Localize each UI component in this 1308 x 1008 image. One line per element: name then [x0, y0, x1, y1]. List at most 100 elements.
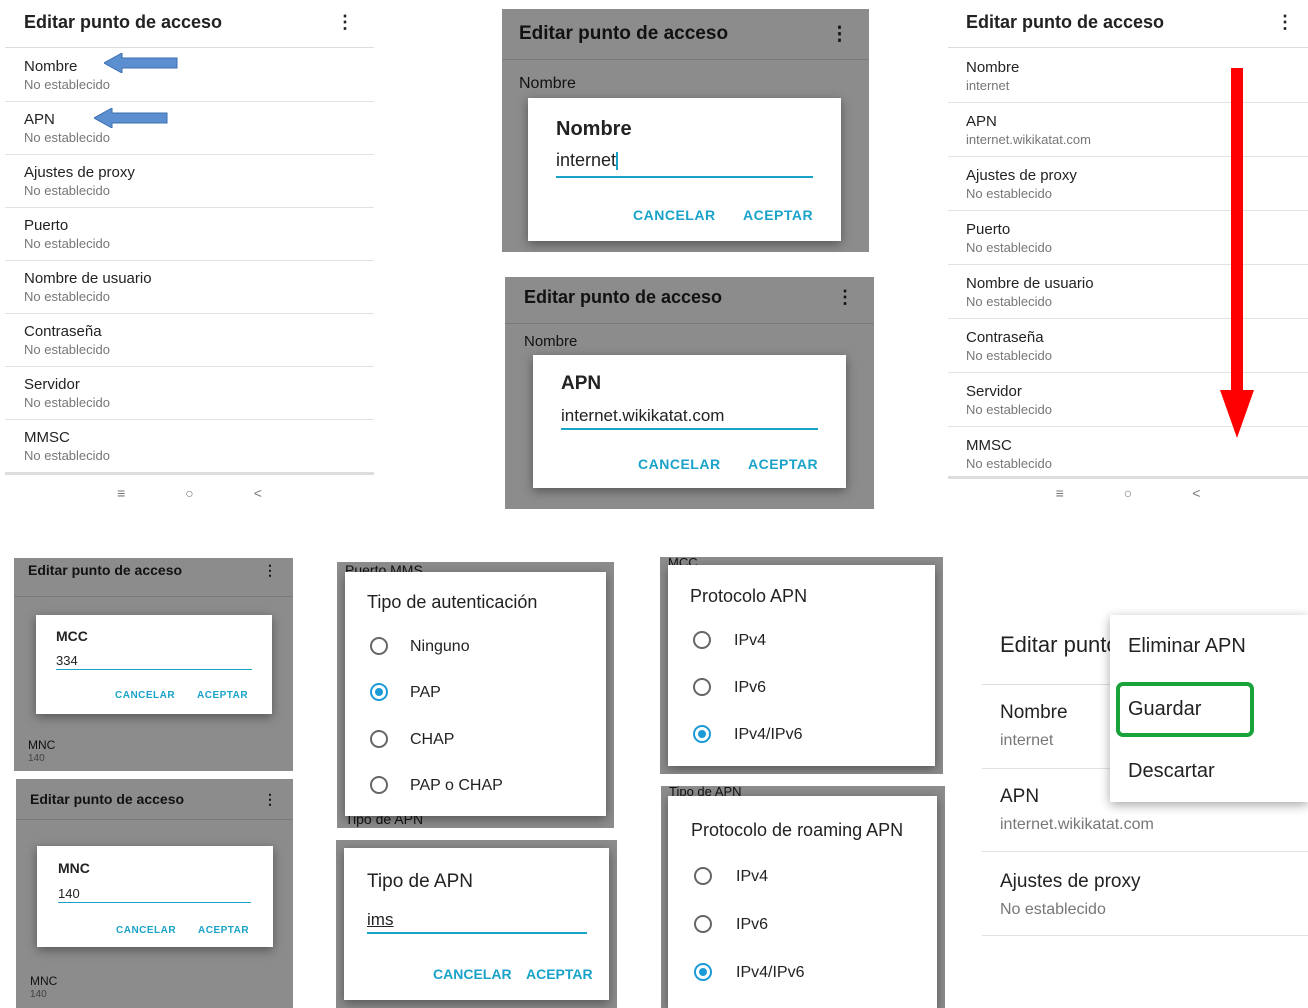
apn-input[interactable]: internet.wikikatat.com: [561, 406, 818, 430]
setting-label: APN: [966, 113, 997, 130]
screen-10-roaming-protocol-dialog: Tipo de APN Protocolo de roaming APN IPv…: [661, 786, 945, 1008]
cancel-button[interactable]: CANCELAR: [433, 966, 512, 982]
cancel-button[interactable]: CANCELAR: [633, 207, 716, 223]
roaming-protocol-dialog: Protocolo de roaming APN IPv4 IPv6 IPv4/…: [668, 796, 937, 1008]
setting-usuario[interactable]: Nombre de usuario No establecido: [5, 260, 374, 314]
option-label: IPv4: [736, 868, 769, 885]
back-nav-icon[interactable]: <: [254, 485, 262, 501]
setting-label: Puerto: [24, 217, 69, 234]
setting-apn[interactable]: APN No establecido: [5, 101, 374, 155]
arrow-pointer-icon: [94, 108, 168, 128]
setting-value: No establecido: [24, 183, 110, 198]
nav-bar: ≡ ○ <: [5, 485, 374, 501]
setting-mmsc[interactable]: MMSC No establecido: [948, 426, 1308, 479]
apn-type-input[interactable]: ims: [367, 910, 587, 934]
setting-proxy[interactable]: Ajustes de proxy No establecido: [5, 154, 374, 208]
radio-ipv4[interactable]: [694, 867, 712, 885]
setting-usuario[interactable]: Nombre de usuario No establecido: [948, 264, 1308, 319]
setting-contrasena[interactable]: Contraseña No establecido: [948, 318, 1308, 373]
screen-2-nombre-dialog: Editar punto de acceso ⋮ Nombre Nombre i…: [502, 9, 869, 252]
more-vert-icon[interactable]: ⋮: [336, 12, 354, 33]
more-vert-icon[interactable]: ⋮: [1276, 12, 1294, 33]
radio-ipv6[interactable]: [694, 915, 712, 933]
app-bar: Editar punto de acceso ⋮: [5, 0, 374, 48]
cancel-button[interactable]: CANCELAR: [638, 456, 721, 472]
setting-nombre[interactable]: Nombre internet: [948, 48, 1308, 103]
apn-dialog: APN internet.wikikatat.com CANCELAR ACEP…: [533, 355, 846, 488]
option-label: IPv6: [734, 679, 767, 696]
accept-button[interactable]: ACEPTAR: [197, 690, 248, 701]
dialog-title: Tipo de autenticación: [367, 592, 538, 612]
home-nav-icon[interactable]: ○: [185, 485, 193, 501]
page-title: Editar punto de acceso: [966, 12, 1165, 32]
back-nav-icon[interactable]: <: [1192, 485, 1200, 501]
mcc-dialog: MCC 334 CANCELAR ACEPTAR: [36, 615, 272, 714]
menu-item-descartar[interactable]: Descartar: [1128, 760, 1215, 783]
mnc-input[interactable]: 140: [58, 886, 251, 903]
setting-puerto[interactable]: Puerto No establecido: [5, 207, 374, 261]
dialog-title: Protocolo APN: [690, 586, 808, 606]
highlight-box: [1116, 682, 1254, 737]
setting-mmsc[interactable]: MMSC No establecido: [5, 419, 374, 475]
menu-item-eliminar-apn[interactable]: Eliminar APN: [1128, 635, 1246, 658]
radio-pap[interactable]: [370, 683, 388, 701]
screen-6-mnc-dialog: Editar punto de acceso ⋮ MNC 140 MNC 140…: [16, 779, 293, 1008]
setting-servidor[interactable]: Servidor No establecido: [948, 372, 1308, 427]
setting-label: MMSC: [24, 429, 70, 446]
nombre-input[interactable]: internet: [556, 150, 813, 178]
setting-label: Nombre de usuario: [966, 275, 1094, 292]
cancel-button[interactable]: CANCELAR: [115, 690, 175, 701]
apn-protocol-dialog: Protocolo APN IPv4 IPv6 IPv4/IPv6: [668, 565, 935, 766]
radio-pap-o-chap[interactable]: [370, 776, 388, 794]
setting-proxy[interactable]: Ajustes de proxy No establecido: [982, 851, 1308, 936]
setting-value: No establecido: [966, 402, 1052, 417]
setting-label: Nombre: [24, 58, 78, 75]
setting-puerto[interactable]: Puerto No establecido: [948, 210, 1308, 265]
screen-5-mcc-dialog: Editar punto de acceso ⋮ MNC 140 MCC 334…: [14, 558, 293, 771]
accept-button[interactable]: ACEPTAR: [743, 207, 813, 223]
setting-servidor[interactable]: Servidor No establecido: [5, 366, 374, 420]
radio-ipv4[interactable]: [693, 631, 711, 649]
screen-4-apn-list-filled: Editar punto de acceso ⋮ Nombre internet…: [948, 0, 1308, 505]
mnc-dialog: MNC 140 CANCELAR ACEPTAR: [37, 846, 273, 947]
setting-label: Puerto: [966, 221, 1011, 238]
menu-nav-icon[interactable]: ≡: [117, 485, 125, 501]
setting-value: No establecido: [24, 448, 110, 463]
option-label: Ninguno: [410, 638, 470, 655]
setting-value: No establecido: [24, 236, 110, 251]
input-value: internet: [556, 150, 617, 170]
menu-nav-icon[interactable]: ≡: [1056, 485, 1064, 501]
screen-9-apn-protocol-dialog: MCC Protocolo APN IPv4 IPv6 IPv4/IPv6: [660, 557, 943, 774]
setting-label: Contraseña: [24, 323, 102, 340]
radio-ipv4-ipv6[interactable]: [693, 725, 711, 743]
setting-contrasena[interactable]: Contraseña No establecido: [5, 313, 374, 367]
setting-label: APN: [1000, 786, 1040, 807]
home-nav-icon[interactable]: ○: [1124, 485, 1132, 501]
radio-chap[interactable]: [370, 730, 388, 748]
option-label: CHAP: [410, 731, 455, 748]
setting-nombre[interactable]: Nombre No establecido: [5, 48, 374, 102]
setting-apn[interactable]: APN internet.wikikatat.com: [948, 102, 1308, 157]
scroll-down-arrow-icon: [1220, 68, 1254, 438]
setting-value: No establecido: [24, 130, 110, 145]
page-title: Editar punto de acceso: [24, 12, 223, 32]
radio-ninguno[interactable]: [370, 637, 388, 655]
radio-ipv6[interactable]: [693, 678, 711, 696]
mcc-input[interactable]: 334: [56, 653, 252, 670]
screen-8-apn-type-dialog: Tipo de APN ims CANCELAR ACEPTAR: [336, 840, 617, 1008]
setting-value: No establecido: [966, 240, 1052, 255]
setting-label: Servidor: [966, 383, 1022, 400]
setting-value: internet.wikikatat.com: [1000, 816, 1154, 833]
screen-3-apn-dialog: Editar punto de acceso ⋮ Nombre APN inte…: [505, 277, 874, 509]
accept-button[interactable]: ACEPTAR: [748, 456, 818, 472]
cancel-button[interactable]: CANCELAR: [116, 925, 176, 936]
setting-value: internet: [1000, 732, 1054, 749]
setting-proxy[interactable]: Ajustes de proxy No establecido: [948, 156, 1308, 211]
setting-value: No establecido: [24, 342, 110, 357]
accept-button[interactable]: ACEPTAR: [526, 966, 593, 982]
radio-ipv4-ipv6[interactable]: [694, 963, 712, 981]
accept-button[interactable]: ACEPTAR: [198, 925, 249, 936]
setting-label: Nombre de usuario: [24, 270, 152, 287]
option-label: IPv6: [736, 916, 769, 933]
setting-value: No establecido: [1000, 901, 1106, 918]
